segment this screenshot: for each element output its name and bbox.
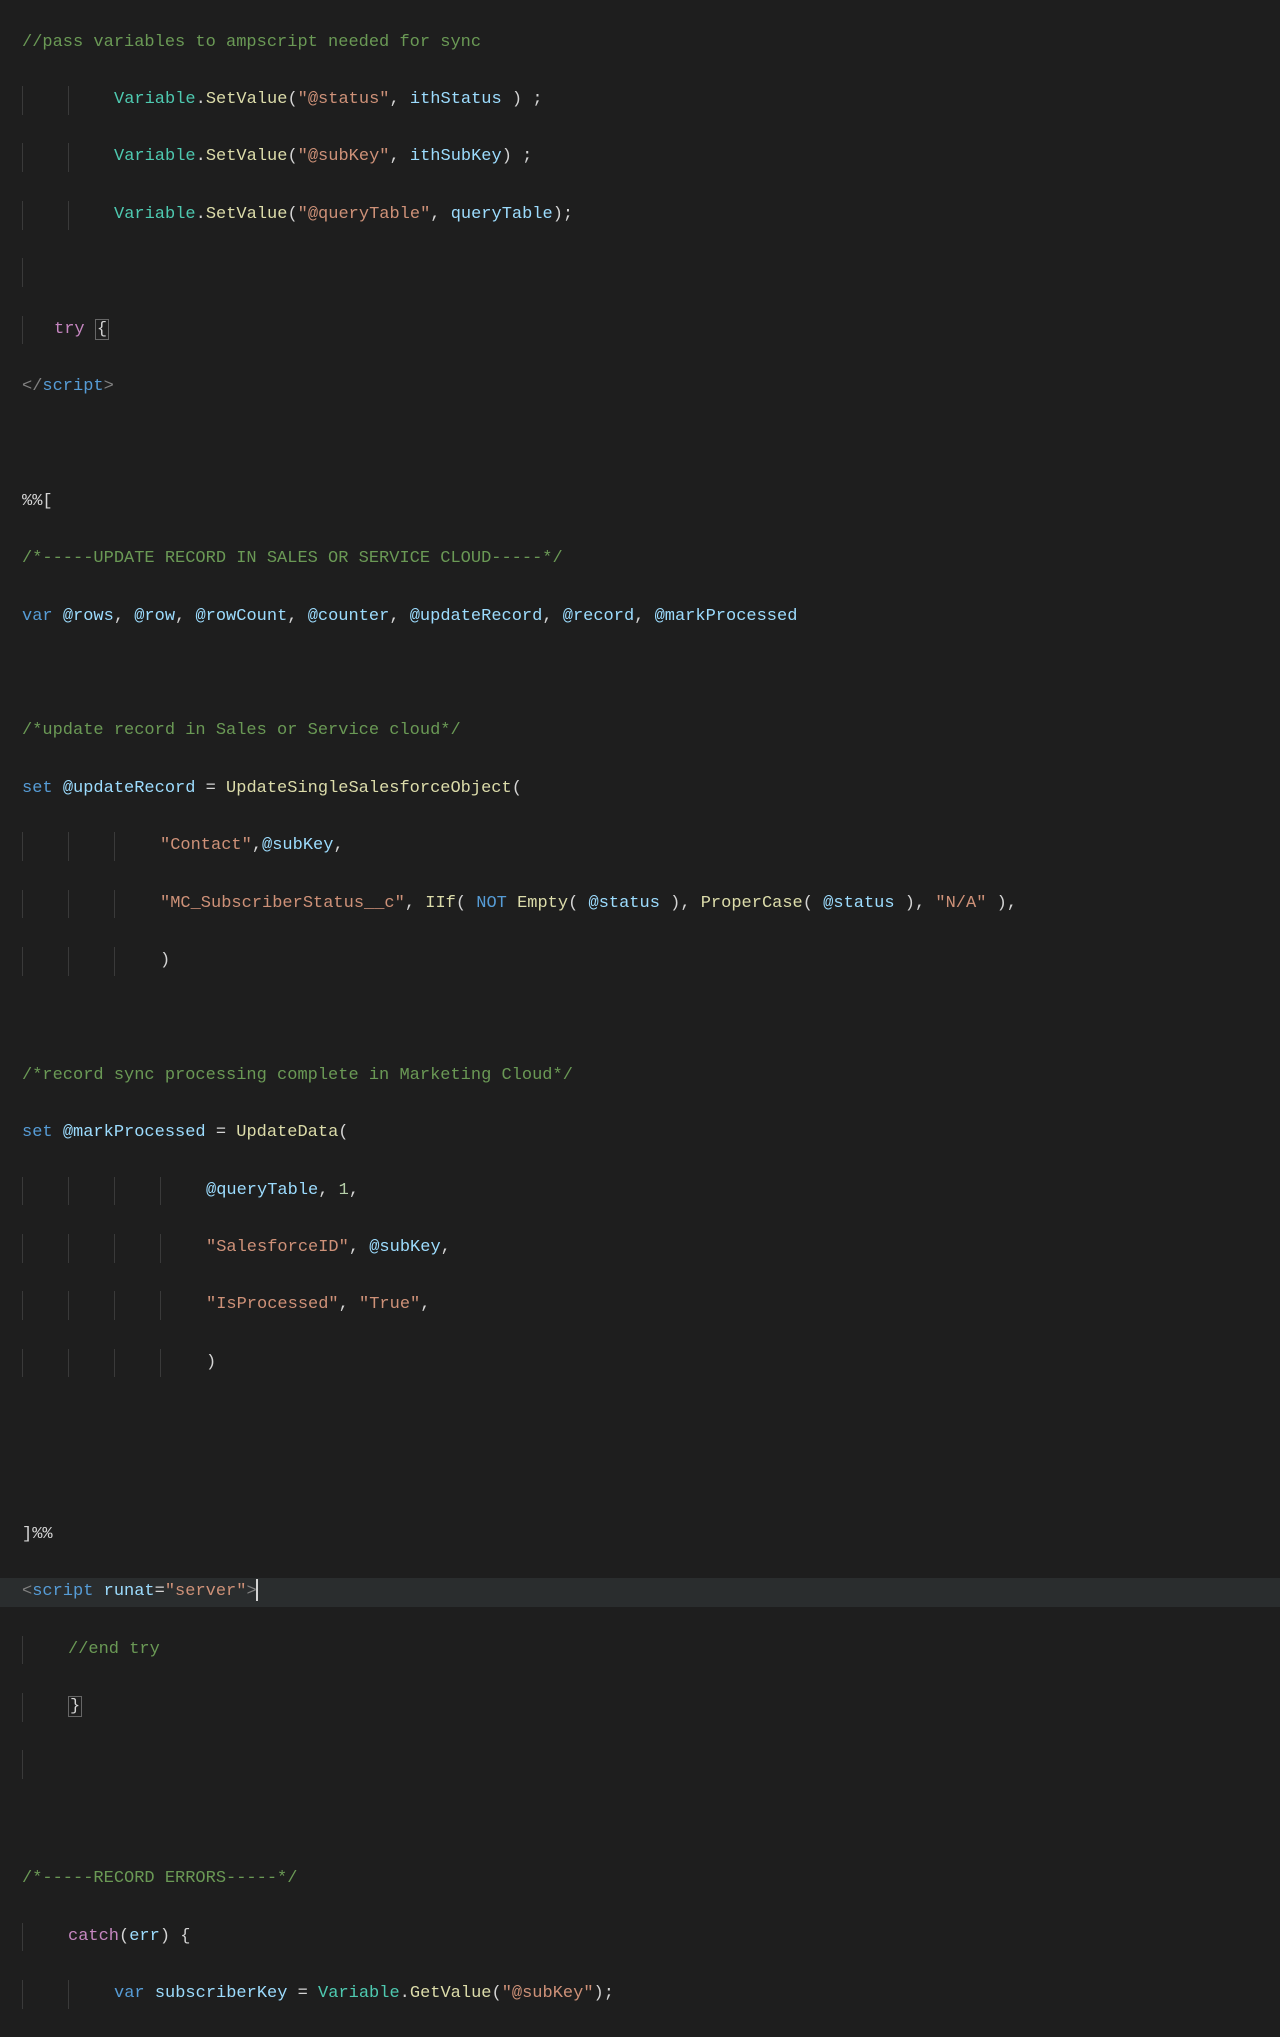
text-cursor: [256, 1579, 258, 1601]
amp-var: @subKey: [262, 836, 333, 855]
function-call: ProperCase: [701, 894, 803, 913]
identifier: Variable: [114, 147, 196, 166]
string-literal: "N/A": [935, 894, 986, 913]
tag-name: script: [42, 377, 103, 396]
comment-block: /*-----UPDATE RECORD IN SALES OR SERVICE…: [22, 549, 563, 568]
identifier: ithStatus: [410, 90, 502, 109]
code-editor[interactable]: //pass variables to ampscript needed for…: [0, 0, 1280, 2037]
function-call: UpdateData: [236, 1123, 338, 1142]
amp-var: @record: [563, 607, 634, 626]
comment-block: /*update record in Sales or Service clou…: [22, 721, 461, 740]
string-literal: "IsProcessed": [206, 1295, 339, 1314]
string-literal: "@status": [298, 90, 390, 109]
string-literal: "True": [359, 1295, 420, 1314]
identifier: queryTable: [451, 205, 553, 224]
amp-var: @row: [134, 607, 175, 626]
identifier: err: [129, 1927, 160, 1946]
string-literal: "Contact": [160, 836, 252, 855]
attribute-value: "server": [165, 1582, 247, 1601]
string-literal: "@subKey": [502, 1984, 594, 2003]
amp-var: @queryTable: [206, 1181, 318, 1200]
string-literal: "@queryTable": [298, 205, 431, 224]
amp-var: @markProcessed: [655, 607, 798, 626]
amp-var: @updateRecord: [410, 607, 543, 626]
identifier: Variable: [114, 205, 196, 224]
amp-var: @rowCount: [195, 607, 287, 626]
ampscript-open-delim: %%[: [22, 492, 53, 511]
identifier: Variable: [114, 90, 196, 109]
amp-var: @status: [823, 894, 894, 913]
highlighted-line[interactable]: <script runat="server">: [0, 1578, 1280, 1607]
amp-var: @markProcessed: [63, 1123, 206, 1142]
amp-var: @rows: [63, 607, 114, 626]
method: SetValue: [206, 147, 288, 166]
ampscript-close-delim: ]%%: [22, 1525, 53, 1544]
amp-var: @subKey: [369, 1238, 440, 1257]
keyword-not: NOT: [476, 894, 507, 913]
attribute-name: runat: [104, 1582, 155, 1601]
comment: //end try: [68, 1640, 160, 1659]
method: SetValue: [206, 205, 288, 224]
function-call: UpdateSingleSalesforceObject: [226, 779, 512, 798]
keyword-set: set: [22, 779, 53, 798]
identifier: Variable: [318, 1984, 400, 2003]
identifier: ithSubKey: [410, 147, 502, 166]
comment-block: /*record sync processing complete in Mar…: [22, 1066, 573, 1085]
function-call: IIf: [425, 894, 456, 913]
comment-block: /*-----RECORD ERRORS-----*/: [22, 1869, 297, 1888]
string-literal: "SalesforceID": [206, 1238, 349, 1257]
keyword-try: try: [54, 320, 85, 339]
keyword-var: var: [22, 607, 53, 626]
amp-var: @counter: [308, 607, 390, 626]
identifier: subscriberKey: [155, 1984, 288, 2003]
number-literal: 1: [339, 1181, 349, 1200]
string-literal: "MC_SubscriberStatus__c": [160, 894, 405, 913]
tag-close-punc: </: [22, 377, 42, 396]
brace-open: {: [95, 319, 109, 340]
tag-name: script: [32, 1582, 93, 1601]
brace-close: }: [68, 1696, 82, 1717]
keyword-set: set: [22, 1123, 53, 1142]
method: SetValue: [206, 90, 288, 109]
string-literal: "@subKey": [298, 147, 390, 166]
keyword-catch: catch: [68, 1927, 119, 1946]
comment: //pass variables to ampscript needed for…: [22, 33, 481, 52]
keyword-var: var: [114, 1984, 145, 2003]
function-call: Empty: [517, 894, 568, 913]
method: GetValue: [410, 1984, 492, 2003]
amp-var: @updateRecord: [63, 779, 196, 798]
amp-var: @status: [589, 894, 660, 913]
